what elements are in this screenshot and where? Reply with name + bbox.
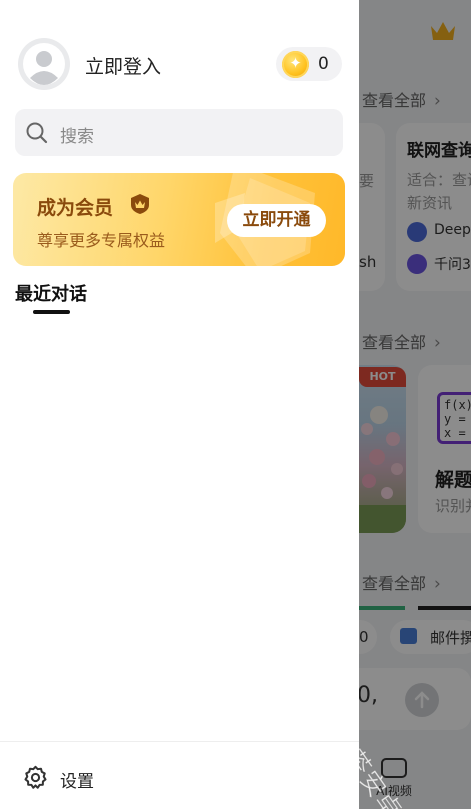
search-placeholder: 搜索 <box>60 127 94 147</box>
vip-subtitle: 尊享更多专属权益 <box>37 231 166 250</box>
coin-icon: ✦ <box>282 51 309 78</box>
tab-active-indicator <box>33 310 70 314</box>
vip-crown-badge-icon <box>131 194 149 214</box>
avatar-icon <box>23 43 65 85</box>
settings-button[interactable]: 设置 <box>60 767 94 792</box>
coin-count: 0 <box>318 54 329 74</box>
avatar[interactable] <box>18 38 70 90</box>
vip-open-button[interactable]: 立即开通 <box>227 204 326 237</box>
divider <box>0 741 359 742</box>
tab-recent-conversations[interactable]: 最近对话 <box>15 280 87 306</box>
vip-title: 成为会员 <box>37 197 114 219</box>
login-button[interactable]: 立即登入 <box>85 52 161 79</box>
search-icon <box>26 122 48 144</box>
side-drawer: 立即登入 ✦ 0 搜索 成为会员 尊享更多专属权益 立即开通 最近对话 设置 <box>0 0 359 809</box>
gear-icon[interactable] <box>22 764 49 791</box>
